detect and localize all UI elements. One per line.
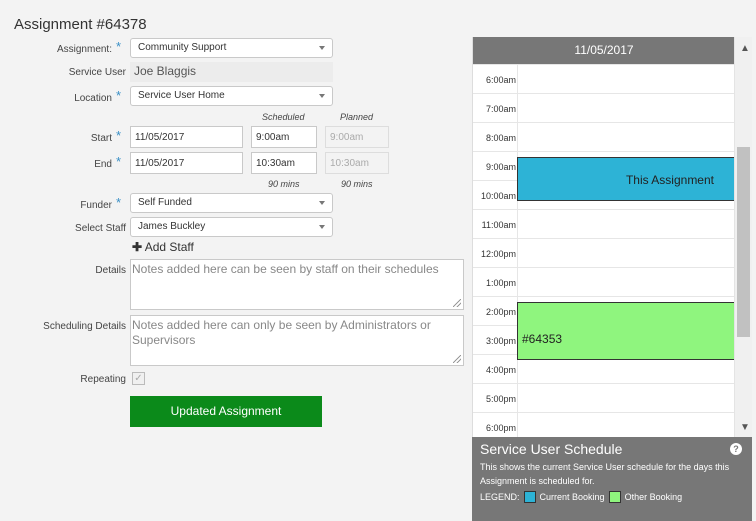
start-planned-time-input: 9:00am	[325, 126, 389, 148]
chevron-down-icon	[319, 225, 325, 229]
calendar-date-header: 11/05/2017	[473, 37, 735, 64]
start-date-input[interactable]: 11/05/2017	[130, 126, 243, 148]
planned-column-header: Planned	[340, 112, 374, 122]
location-value: Service User Home	[138, 90, 225, 101]
add-staff-button[interactable]: ✚ Add Staff	[132, 240, 194, 254]
legend-other-label: Other Booking	[624, 492, 683, 502]
chevron-down-icon	[319, 201, 325, 205]
legend-current-label: Current Booking	[539, 492, 605, 502]
other-booking-swatch	[608, 491, 621, 503]
calendar-hour-row[interactable]: 6:00pm	[473, 412, 735, 437]
hour-label: 3:00pm	[485, 336, 516, 346]
legend-label: LEGEND:	[480, 492, 520, 502]
hour-label: 8:00am	[485, 133, 516, 143]
hour-label: 12:00pm	[480, 249, 516, 259]
hour-label: 5:00pm	[485, 394, 516, 404]
required-asterisk: *	[116, 128, 122, 143]
page-title: Assignment #64378	[14, 16, 147, 33]
current-booking-swatch	[523, 491, 536, 503]
hour-label: 1:00pm	[485, 278, 516, 288]
start-scheduled-time-input[interactable]: 9:00am	[251, 126, 317, 148]
end-label: End	[94, 159, 112, 170]
calendar-hour-row[interactable]: 11:00am	[473, 209, 735, 238]
end-date-input[interactable]: 11/05/2017	[130, 152, 243, 174]
repeating-label: Repeating	[80, 374, 126, 385]
funder-select[interactable]: Self Funded	[130, 193, 333, 213]
assignment-label: Assignment:	[56, 44, 112, 55]
hour-label: 6:00am	[485, 75, 516, 85]
add-staff-label: Add Staff	[144, 240, 194, 254]
hour-label: 2:00pm	[485, 307, 516, 317]
end-scheduled-time-input[interactable]: 10:30am	[251, 152, 317, 174]
check-icon: ✓	[134, 373, 143, 384]
hour-label: 6:00pm	[485, 423, 516, 433]
scheduled-column-header: Scheduled	[262, 112, 305, 122]
details-placeholder: Notes added here can be seen by staff on…	[132, 262, 439, 276]
update-assignment-button[interactable]: Updated Assignment	[130, 396, 322, 427]
required-asterisk: *	[116, 154, 122, 169]
service-user-schedule-panel: Service User Schedule ? This shows the c…	[472, 437, 752, 521]
legend: LEGEND: Current Booking Other Booking	[480, 491, 682, 503]
resize-handle-icon[interactable]	[453, 299, 461, 307]
staff-select[interactable]: James Buckley	[130, 217, 333, 237]
service-user-label: Service User	[68, 67, 126, 78]
hour-label: 10:00am	[480, 191, 516, 201]
plus-icon: ✚	[132, 240, 143, 254]
calendar-hour-row[interactable]: 6:00am	[473, 64, 735, 93]
hour-label: 11:00am	[481, 220, 516, 230]
schedule-panel-description: This shows the current Service User sche…	[480, 462, 730, 486]
calendar-hour-row[interactable]: 8:00am	[473, 122, 735, 151]
schedule-panel-title: Service User Schedule	[480, 441, 623, 457]
scroll-up-icon[interactable]: ▲	[740, 43, 750, 54]
calendar-hour-row[interactable]: 12:00pm	[473, 238, 735, 267]
scrollbar-thumb[interactable]	[737, 147, 750, 337]
details-textarea[interactable]: Notes added here can be seen by staff on…	[130, 259, 464, 310]
hour-label: 7:00am	[485, 104, 516, 114]
current-booking-block[interactable]: This Assignment	[517, 157, 735, 201]
location-select[interactable]: Service User Home	[130, 86, 333, 106]
funder-value: Self Funded	[138, 197, 192, 208]
assignment-value: Community Support	[138, 42, 227, 53]
planned-duration: 90 mins	[341, 179, 373, 189]
staff-value: James Buckley	[138, 221, 206, 232]
details-label: Details	[95, 265, 126, 276]
schedule-calendar[interactable]: 11/05/2017 6:00am 7:00am 8:00am 9:00am 10:00…	[472, 37, 752, 437]
location-label: Location	[74, 93, 112, 104]
required-asterisk: *	[116, 39, 122, 54]
start-label: Start	[90, 133, 112, 144]
select-staff-label: Select Staff	[75, 223, 126, 234]
other-booking-block[interactable]: #64353	[517, 302, 735, 360]
repeating-checkbox[interactable]: ✓	[132, 372, 145, 385]
scroll-down-icon[interactable]: ▼	[740, 422, 750, 433]
scheduling-details-textarea[interactable]: Notes added here can only be seen by Adm…	[130, 315, 464, 366]
calendar-hour-row[interactable]: 1:00pm	[473, 267, 735, 296]
booking-label: #64353	[522, 332, 563, 346]
funder-label: Funder	[80, 200, 112, 211]
service-user-value: Joe Blaggis	[130, 62, 333, 82]
scheduling-details-placeholder: Notes added here can only be seen by Adm…	[132, 318, 431, 347]
hour-label: 9:00am	[485, 162, 516, 172]
help-icon[interactable]: ?	[730, 443, 742, 455]
chevron-down-icon	[319, 94, 325, 98]
assignment-select[interactable]: Community Support	[130, 38, 333, 58]
scheduled-duration: 90 mins	[268, 179, 300, 189]
end-planned-time-input: 10:30am	[325, 152, 389, 174]
calendar-hour-row[interactable]: 5:00pm	[473, 383, 735, 412]
scheduling-details-label: Scheduling Details	[43, 321, 126, 332]
hour-label: 4:00pm	[485, 365, 516, 375]
calendar-hour-row[interactable]: 7:00am	[473, 93, 735, 122]
required-asterisk: *	[116, 195, 122, 210]
booking-label: This Assignment	[625, 173, 714, 187]
resize-handle-icon[interactable]	[453, 355, 461, 363]
chevron-down-icon	[319, 46, 325, 50]
calendar-scrollbar[interactable]: ▲ ▼	[734, 37, 752, 437]
required-asterisk: *	[116, 88, 122, 103]
